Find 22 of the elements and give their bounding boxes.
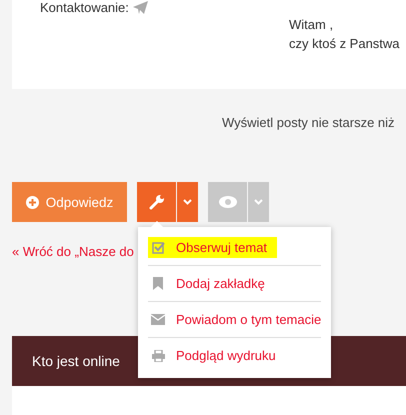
message-line: czy ktoś z Panstwa [289, 35, 400, 53]
filter-text: Wyświetl posty nie starsze niż [222, 115, 395, 130]
eye-icon [218, 196, 236, 208]
tools-button[interactable] [137, 182, 176, 222]
menu-item[interactable]: Dodaj zakładkę [138, 269, 331, 298]
contact-label: Kontaktowanie: [40, 0, 129, 15]
paper-plane-icon [132, 1, 148, 14]
menu-item[interactable]: Powiadom o tym temacie [138, 305, 331, 334]
menu-item[interactable]: Obserwuj temat [138, 233, 331, 262]
checkbox-icon [148, 237, 168, 258]
plus-circle-icon [26, 196, 39, 208]
caret-icon [254, 199, 263, 205]
online-title: Kto jest online [32, 353, 120, 369]
view-button[interactable] [208, 182, 247, 222]
tools-dropdown-button[interactable] [177, 182, 198, 222]
view-dropdown-button[interactable] [248, 182, 269, 222]
message-line: Witam , [289, 16, 334, 34]
caret-icon [183, 199, 192, 205]
wrench-icon [148, 194, 164, 210]
menu-item[interactable]: Podgląd wydruku [138, 341, 331, 370]
reply-button[interactable]: Odpowiedz [12, 182, 127, 222]
back-link[interactable]: « Wróć do „Nasze do [12, 244, 134, 259]
